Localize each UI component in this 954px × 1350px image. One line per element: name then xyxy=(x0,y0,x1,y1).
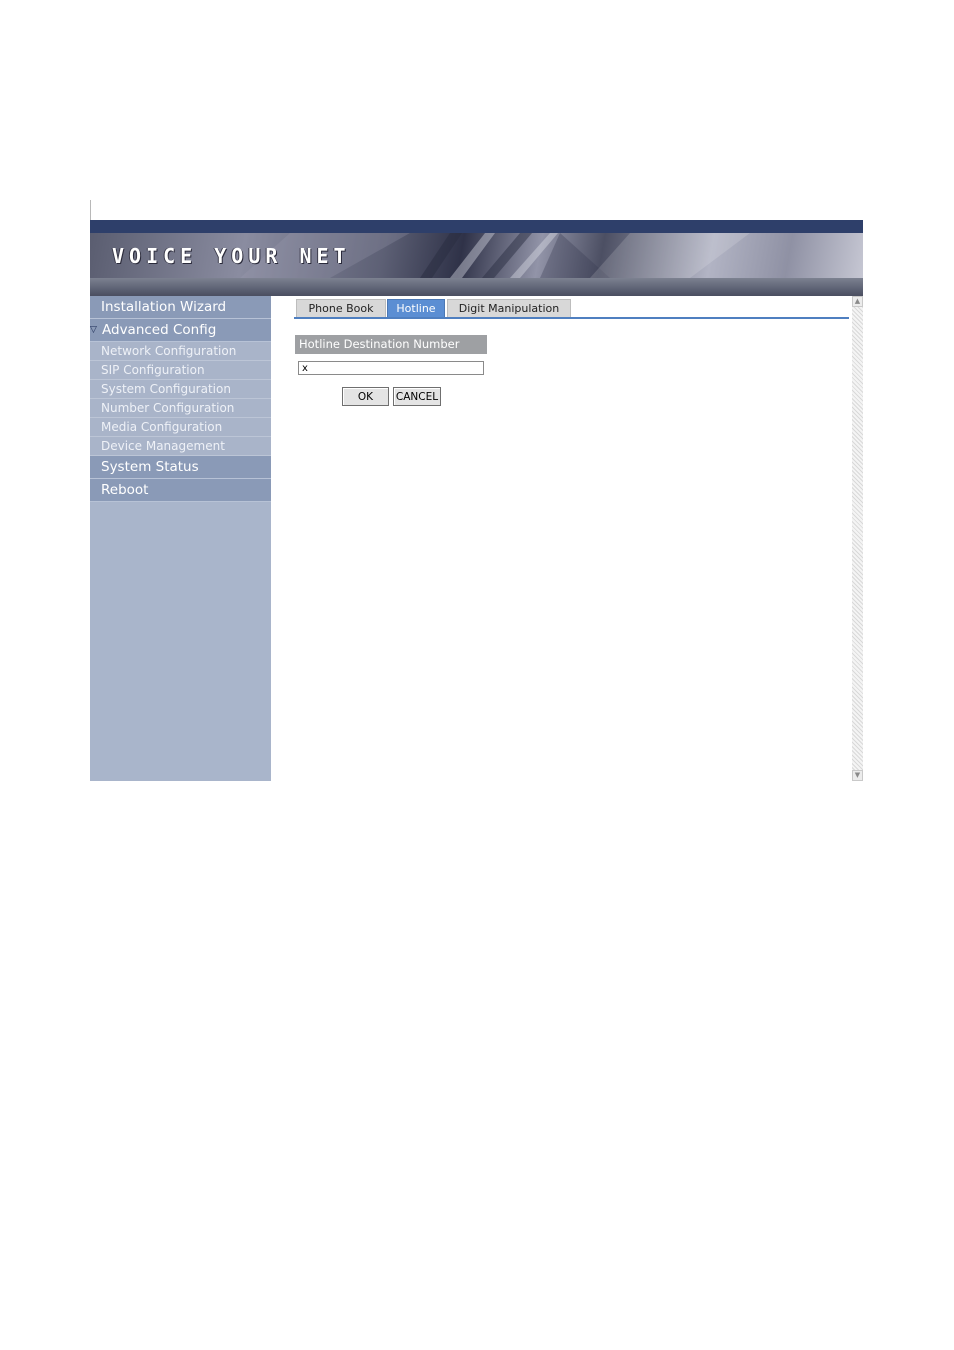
sidebar-item-advanced-config[interactable]: ▽ Advanced Config xyxy=(90,319,271,342)
voice-your-net-logo: VOICE YOUR NET xyxy=(112,244,351,268)
sidebar-subitem-label: Network Configuration xyxy=(101,344,237,358)
sidebar-subitem-media-configuration[interactable]: Media Configuration xyxy=(90,418,271,437)
sidebar-nav: Installation Wizard ▽ Advanced Config Net… xyxy=(90,296,271,781)
tab-hotline[interactable]: Hotline xyxy=(387,299,445,317)
sidebar-subitem-network-configuration[interactable]: Network Configuration xyxy=(90,342,271,361)
sidebar-item-label: Advanced Config xyxy=(102,322,217,338)
tab-phone-book[interactable]: Phone Book xyxy=(296,299,386,317)
page-edge-line xyxy=(90,200,91,220)
sidebar-subitem-label: Number Configuration xyxy=(101,401,235,415)
arrow-down-icon[interactable]: ▼ xyxy=(852,770,863,781)
arrow-up-icon[interactable]: ▲ xyxy=(852,296,863,307)
sidebar-subitem-sip-configuration[interactable]: SIP Configuration xyxy=(90,361,271,380)
sidebar-item-label: Reboot xyxy=(101,482,149,498)
banner-bottom-strip xyxy=(90,278,863,296)
tab-digit-manipulation[interactable]: Digit Manipulation xyxy=(447,299,571,317)
sidebar-subitem-label: SIP Configuration xyxy=(101,363,205,377)
sidebar-item-label: System Status xyxy=(101,459,199,475)
sidebar-subitem-device-management[interactable]: Device Management xyxy=(90,437,271,456)
hotline-destination-label: Hotline Destination Number xyxy=(295,335,487,354)
sidebar-subitem-label: System Configuration xyxy=(101,382,231,396)
sidebar-item-installation-wizard[interactable]: Installation Wizard xyxy=(90,296,271,319)
cancel-button[interactable]: CANCEL xyxy=(393,387,441,406)
header-banner: VOICE YOUR NET xyxy=(90,220,863,296)
sidebar-subitem-number-configuration[interactable]: Number Configuration xyxy=(90,399,271,418)
sidebar-subitem-label: Media Configuration xyxy=(101,420,223,434)
sidebar-item-label: Installation Wizard xyxy=(101,299,227,315)
sidebar-subitem-system-configuration[interactable]: System Configuration xyxy=(90,380,271,399)
sidebar-item-system-status[interactable]: System Status xyxy=(90,456,271,479)
vertical-scrollbar[interactable]: ▲ ▼ xyxy=(852,296,863,781)
triangle-down-icon: ▽ xyxy=(90,325,97,335)
sidebar-subitem-label: Device Management xyxy=(101,439,225,453)
main-content: Phone Book Hotline Digit Manipulation Ho… xyxy=(271,296,852,781)
tab-underline xyxy=(294,317,849,319)
ok-button[interactable]: OK xyxy=(342,387,389,406)
hotline-destination-input[interactable] xyxy=(298,361,484,375)
banner-top-strip xyxy=(90,220,863,233)
browser-frame: VOICE YOUR NET Installation Wizard ▽ Adva… xyxy=(90,220,863,781)
sidebar-item-reboot[interactable]: Reboot xyxy=(90,479,271,502)
